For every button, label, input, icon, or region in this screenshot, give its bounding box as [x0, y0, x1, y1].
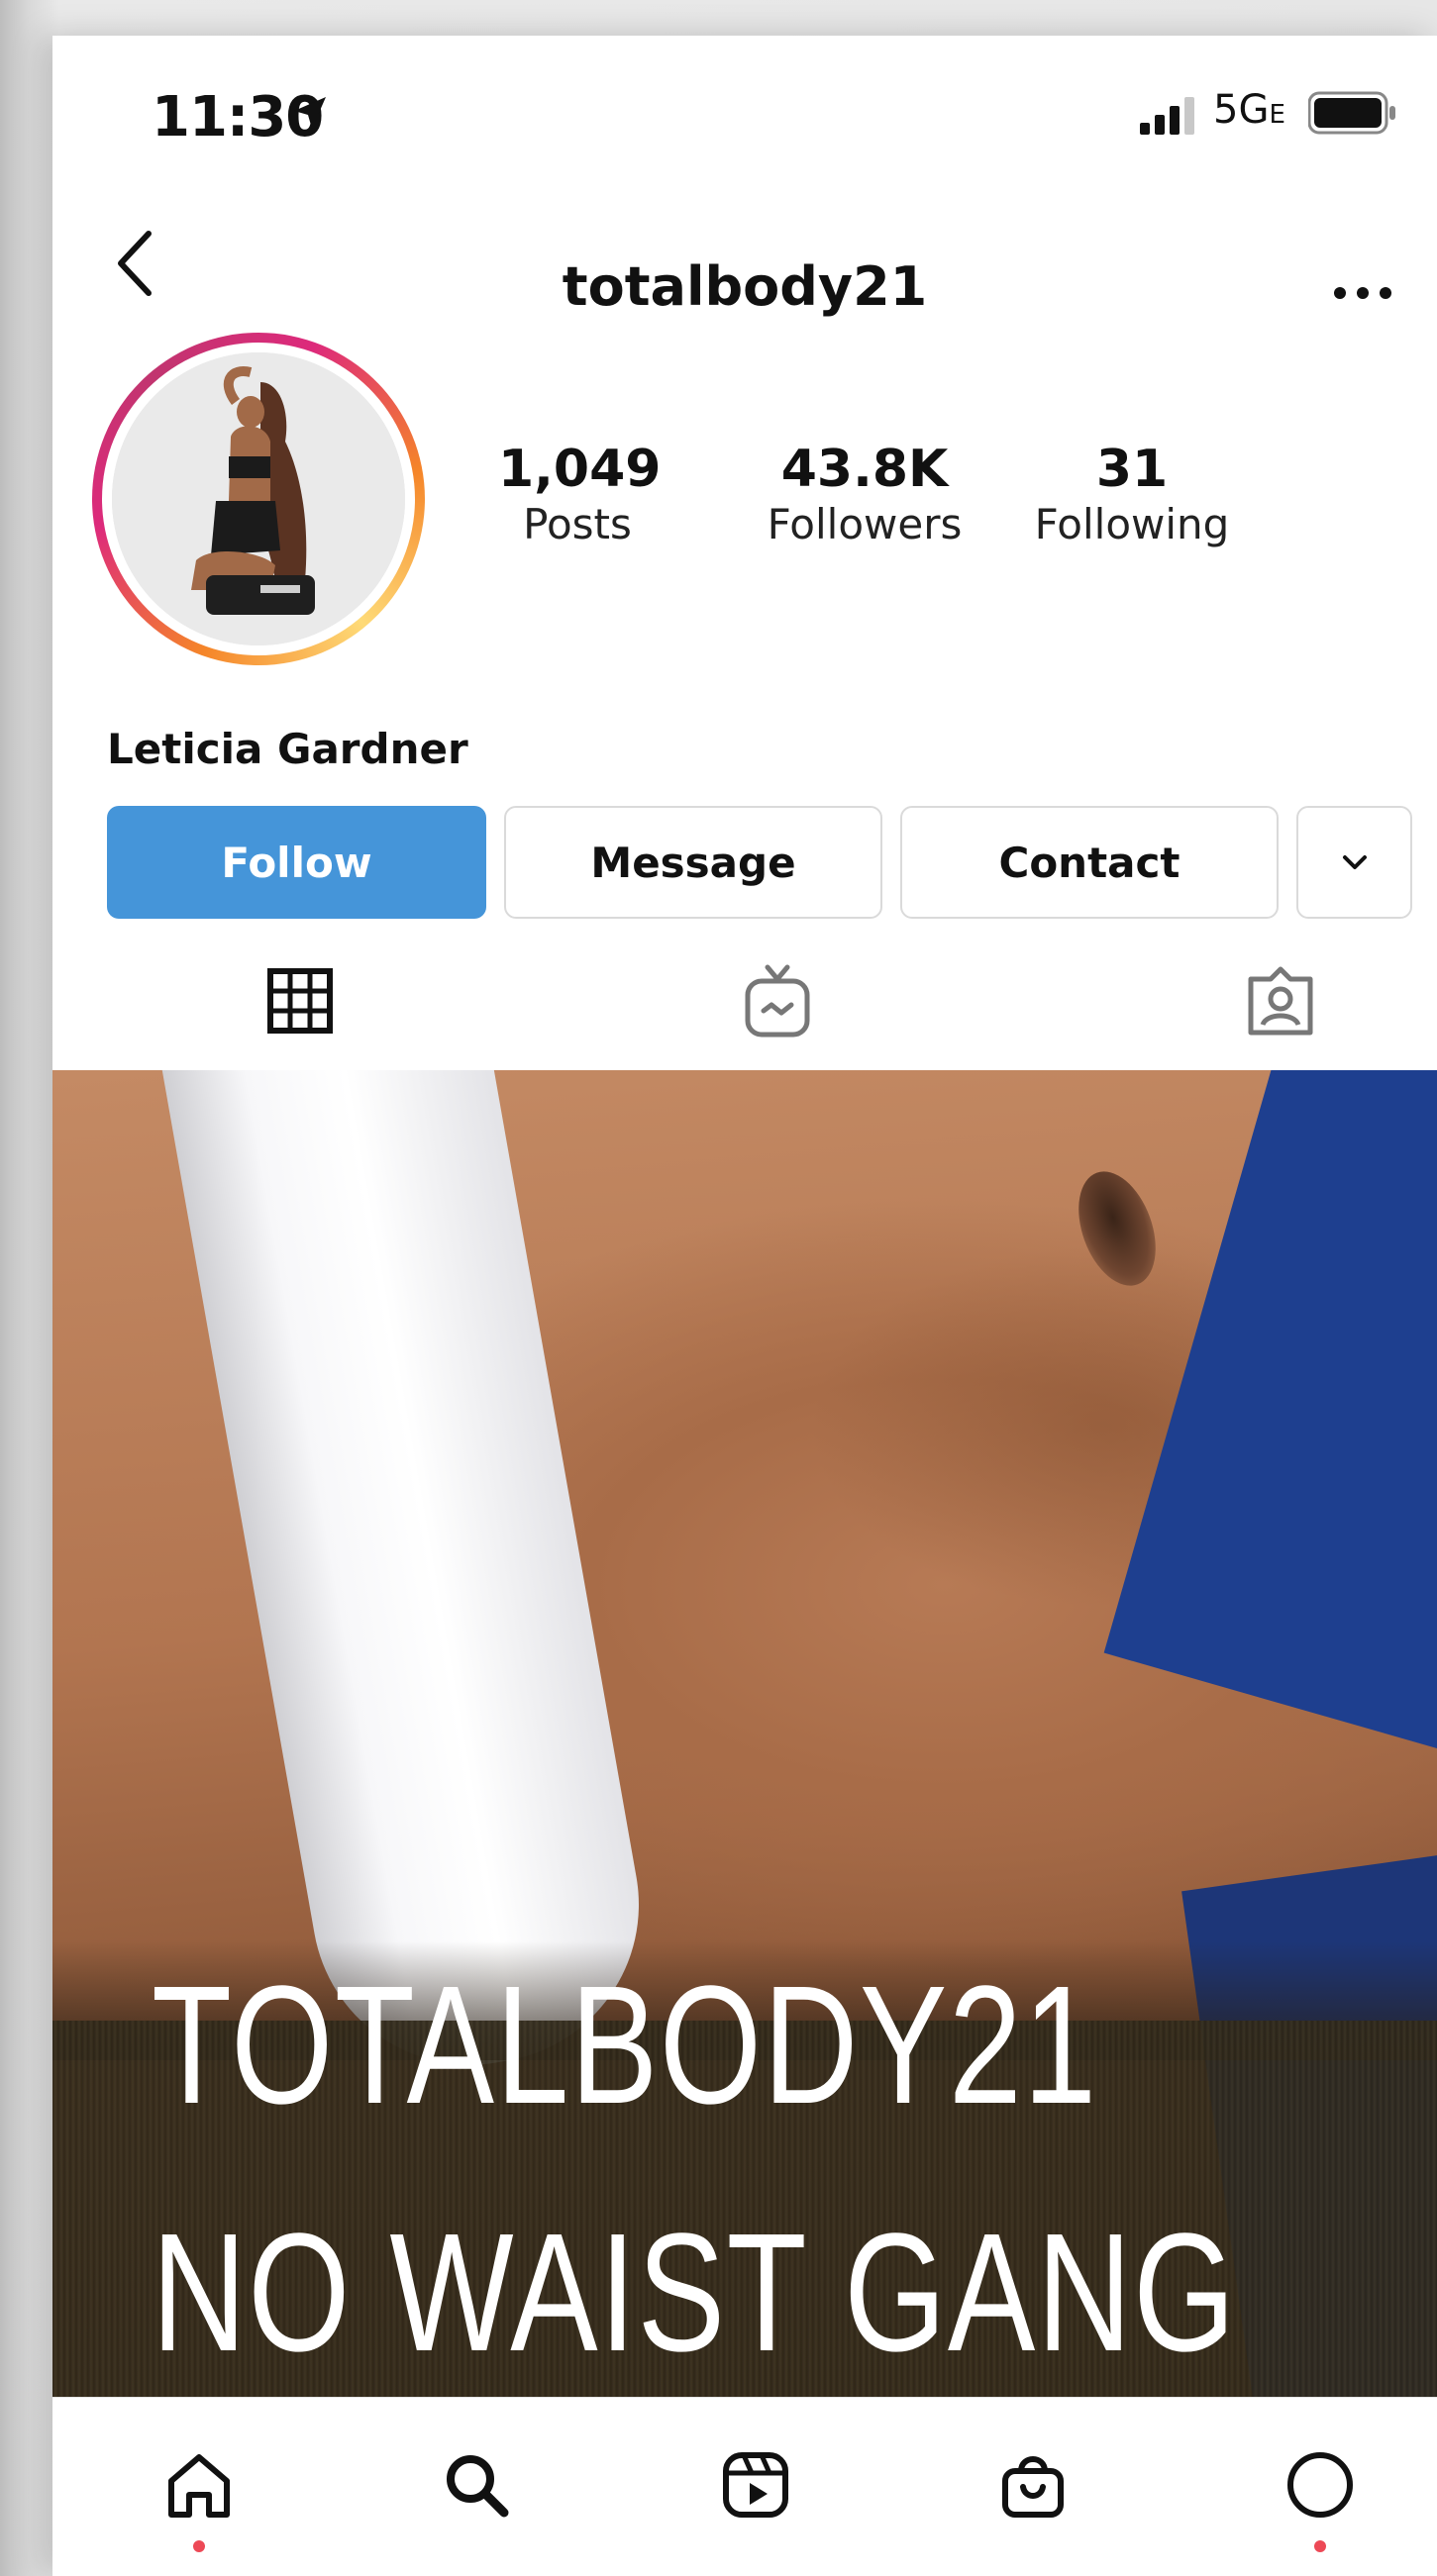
stat-posts[interactable]: 1,049 Posts — [498, 440, 662, 550]
network-indicator: 5GE — [1213, 87, 1285, 133]
stat-posts-value: 1,049 — [498, 440, 662, 499]
suggested-accounts-button[interactable] — [1296, 806, 1412, 919]
stat-following[interactable]: 31 Following — [1013, 440, 1251, 550]
stat-followers[interactable]: 43.8K Followers — [746, 440, 983, 550]
network-label: 5G — [1213, 87, 1270, 133]
avatar[interactable] — [92, 333, 425, 665]
chevron-down-icon — [1342, 855, 1367, 869]
post-white-top — [144, 1070, 665, 2090]
grid-icon[interactable] — [260, 961, 340, 1040]
stat-posts-label: Posts — [523, 500, 632, 548]
profile-username: totalbody21 — [562, 255, 928, 318]
signal-icon — [1140, 97, 1194, 135]
post-blue-fabric — [1103, 1070, 1437, 1768]
more-options-icon[interactable] — [1330, 283, 1395, 303]
stat-following-label: Following — [1034, 500, 1230, 548]
location-arrow-icon — [294, 97, 326, 129]
avatar-figure-image — [112, 352, 405, 645]
post-image[interactable]: TOTALBODY21 NO WAIST GANG — [52, 1070, 1437, 2397]
instagram-profile-screen: 11:30 5GE totalbody21 1,049 Posts 43.8K … — [52, 36, 1437, 2576]
search-icon[interactable] — [439, 2447, 514, 2523]
post-caption-line1: TOTALBODY21 — [152, 1951, 1098, 2139]
home-notification-dot — [193, 2540, 205, 2552]
post-shading — [1064, 1160, 1171, 1297]
stat-followers-value: 43.8K — [780, 440, 949, 499]
follow-button[interactable]: Follow — [107, 806, 486, 919]
display-name: Leticia Gardner — [107, 725, 468, 773]
tagged-icon[interactable] — [1241, 961, 1320, 1040]
contact-button[interactable]: Contact — [900, 806, 1279, 919]
reels-icon[interactable] — [718, 2447, 793, 2523]
stat-following-value: 31 — [1095, 440, 1169, 499]
shop-icon[interactable] — [995, 2447, 1071, 2523]
stat-followers-label: Followers — [767, 500, 963, 548]
network-suffix: E — [1269, 100, 1285, 130]
home-icon[interactable] — [161, 2447, 237, 2523]
message-button[interactable]: Message — [504, 806, 882, 919]
profile-notification-dot — [1314, 2540, 1326, 2552]
igtv-icon[interactable] — [738, 961, 817, 1040]
avatar-photo — [112, 352, 405, 645]
battery-icon — [1308, 91, 1395, 135]
post-caption-line2: NO WAIST GANG — [152, 2199, 1237, 2387]
profile-icon[interactable] — [1283, 2447, 1358, 2523]
bottom-navigation — [52, 2397, 1437, 2576]
